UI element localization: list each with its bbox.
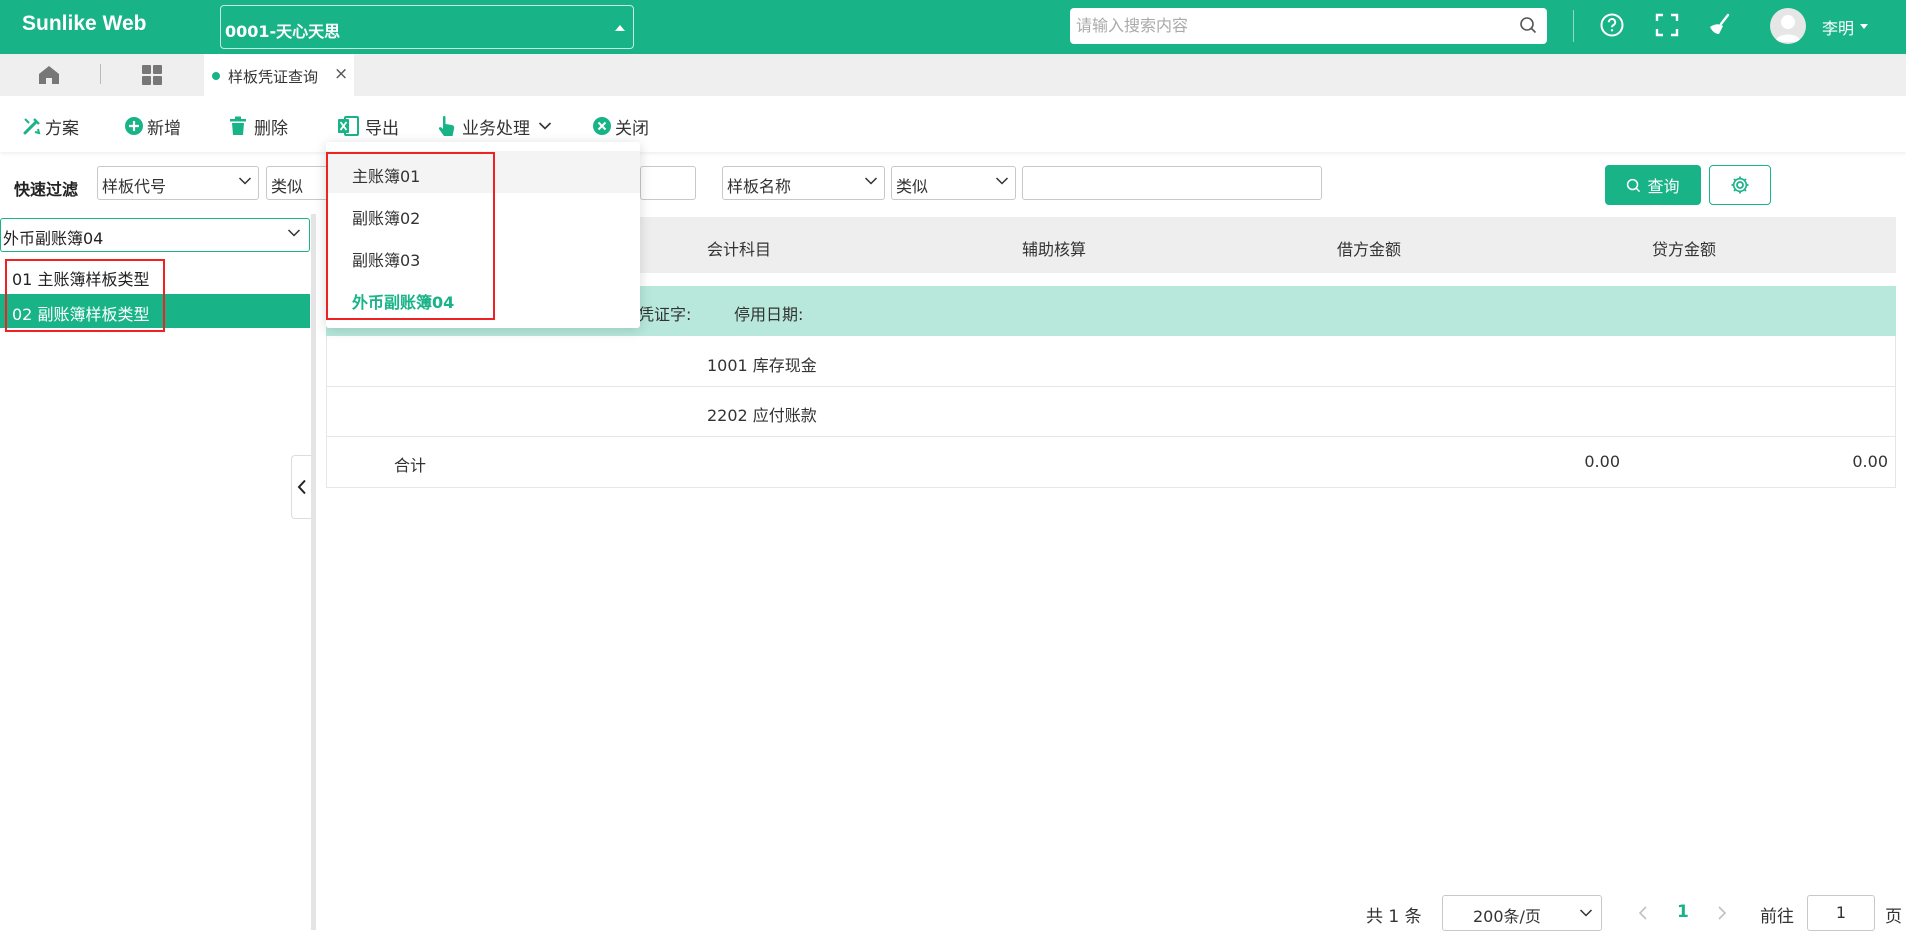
close-label: 关闭 <box>615 118 649 139</box>
company-name: 0001-天心天思 <box>225 22 341 41</box>
scheme-label: 方案 <box>45 118 79 139</box>
company-selector[interactable]: 0001-天心天思 <box>220 5 634 49</box>
user-name[interactable]: 李明 <box>1822 15 1854 39</box>
tab-bar: 样板凭证查询 × <box>0 54 1906 96</box>
tab-template-voucher-query[interactable]: 样板凭证查询 × <box>204 54 354 96</box>
help-icon[interactable] <box>1599 12 1625 38</box>
caret-down-icon[interactable] <box>1860 24 1868 29</box>
close-icon[interactable]: × <box>334 64 348 84</box>
highlight-box <box>5 259 165 332</box>
active-dot-icon <box>212 72 220 80</box>
chevron-left-icon <box>297 479 306 495</box>
cell-account: 1001 库存现金 <box>707 356 817 375</box>
chevron-down-icon <box>995 177 1009 185</box>
avatar[interactable] <box>1770 8 1806 44</box>
query-button[interactable]: 查询 <box>1605 165 1701 205</box>
col-account: 会计科目 <box>707 240 772 259</box>
query-label: 查询 <box>1647 177 1680 196</box>
quick-filter-label: 快速过滤 <box>14 180 79 199</box>
col-debit: 借方金额 <box>1337 240 1402 259</box>
home-icon[interactable] <box>38 65 60 85</box>
excel-icon <box>338 116 359 136</box>
gear-icon <box>1731 176 1749 194</box>
filter-field1-value: 样板代号 <box>102 177 167 196</box>
filter-value2-input[interactable] <box>1022 166 1322 200</box>
divider <box>100 64 101 84</box>
business-label: 业务处理 <box>462 118 530 139</box>
search-icon <box>1627 178 1641 192</box>
wrench-pencil-icon <box>23 118 41 135</box>
settings-button[interactable] <box>1709 165 1771 205</box>
caret-up-icon <box>615 25 625 31</box>
grid-apps-icon[interactable] <box>141 64 163 86</box>
panel-splitter[interactable] <box>311 214 316 930</box>
close-circle-icon <box>593 117 611 135</box>
delete-button[interactable]: 删除 <box>229 114 288 139</box>
divider <box>1573 10 1574 42</box>
filter-op2-value: 类似 <box>896 177 929 196</box>
total-label: 合计 <box>394 456 427 475</box>
chevron-down-icon <box>238 177 252 185</box>
trash-icon <box>230 116 246 135</box>
cell-account: 2202 应付账款 <box>707 406 817 425</box>
goto-page-input[interactable]: 1 <box>1807 895 1875 931</box>
business-menu-button[interactable]: 业务处理 <box>437 114 555 139</box>
table-row[interactable]: 2202 应付账款 <box>326 387 1896 437</box>
highlight-box <box>326 152 495 320</box>
add-label: 新增 <box>147 118 181 139</box>
ledger-select[interactable]: 外币副账簿04 <box>0 218 310 252</box>
tab-label: 样板凭证查询 <box>228 68 319 86</box>
next-page-icon[interactable] <box>1717 905 1727 921</box>
disable-date-label: 停用日期: <box>734 305 804 324</box>
goto-label: 前往 <box>1760 907 1794 927</box>
filter-op2-select[interactable]: 类似 <box>891 166 1016 200</box>
app-brand: Sunlike Web <box>22 12 147 35</box>
pager-total: 共 1 条 <box>1366 907 1422 927</box>
total-debit: 0.00 <box>1584 452 1620 471</box>
filter-op1-value: 类似 <box>271 177 304 196</box>
filter-value1-input[interactable] <box>640 166 696 200</box>
chevron-down-icon <box>287 229 301 237</box>
global-search[interactable] <box>1070 8 1547 44</box>
filter-op1-select[interactable]: 类似 <box>266 166 330 200</box>
total-credit: 0.00 <box>1852 452 1888 471</box>
delete-label: 删除 <box>254 118 288 139</box>
search-input[interactable] <box>1070 8 1490 42</box>
table-total-row: 合计 0.00 0.00 <box>326 437 1896 487</box>
user-icon <box>1775 15 1801 42</box>
plus-circle-icon <box>125 117 143 135</box>
goto-page-value: 1 <box>1835 903 1847 922</box>
prev-page-icon[interactable] <box>1638 905 1648 921</box>
clean-broom-icon[interactable] <box>1706 12 1734 38</box>
page-size-select[interactable]: 200条/页 <box>1442 895 1602 931</box>
filter-field1-select[interactable]: 样板代号 <box>97 166 259 200</box>
page-suffix: 页 <box>1885 907 1902 927</box>
export-button[interactable]: 导出 <box>337 114 399 139</box>
add-button[interactable]: 新增 <box>124 114 181 139</box>
chevron-down-icon <box>1579 909 1593 917</box>
page-size-value: 200条/页 <box>1473 907 1541 926</box>
collapse-panel-button[interactable] <box>291 455 311 519</box>
col-aux: 辅助核算 <box>1022 240 1087 259</box>
filter-field2-select[interactable]: 样板名称 <box>722 166 885 200</box>
current-page[interactable]: 1 <box>1677 902 1689 922</box>
scheme-button[interactable]: 方案 <box>22 114 79 139</box>
ledger-select-value: 外币副账簿04 <box>3 229 104 248</box>
voucher-word-label: 凭证字: <box>638 305 692 324</box>
search-icon[interactable] <box>1519 16 1537 34</box>
export-label: 导出 <box>365 118 399 139</box>
chevron-down-icon <box>538 122 552 130</box>
hand-pointer-icon <box>438 115 455 136</box>
table-row[interactable]: 1001 库存现金 <box>326 337 1896 387</box>
chevron-down-icon <box>864 177 878 185</box>
top-bar: Sunlike Web 0001-天心天思 李明 <box>0 0 1906 54</box>
col-credit: 贷方金额 <box>1652 240 1717 259</box>
close-button[interactable]: 关闭 <box>592 114 649 139</box>
toolbar: 方案 新增 删除 导出 业务处理 关闭 <box>0 96 1906 152</box>
fullscreen-icon[interactable] <box>1654 12 1680 38</box>
filter-field2-value: 样板名称 <box>727 177 792 196</box>
